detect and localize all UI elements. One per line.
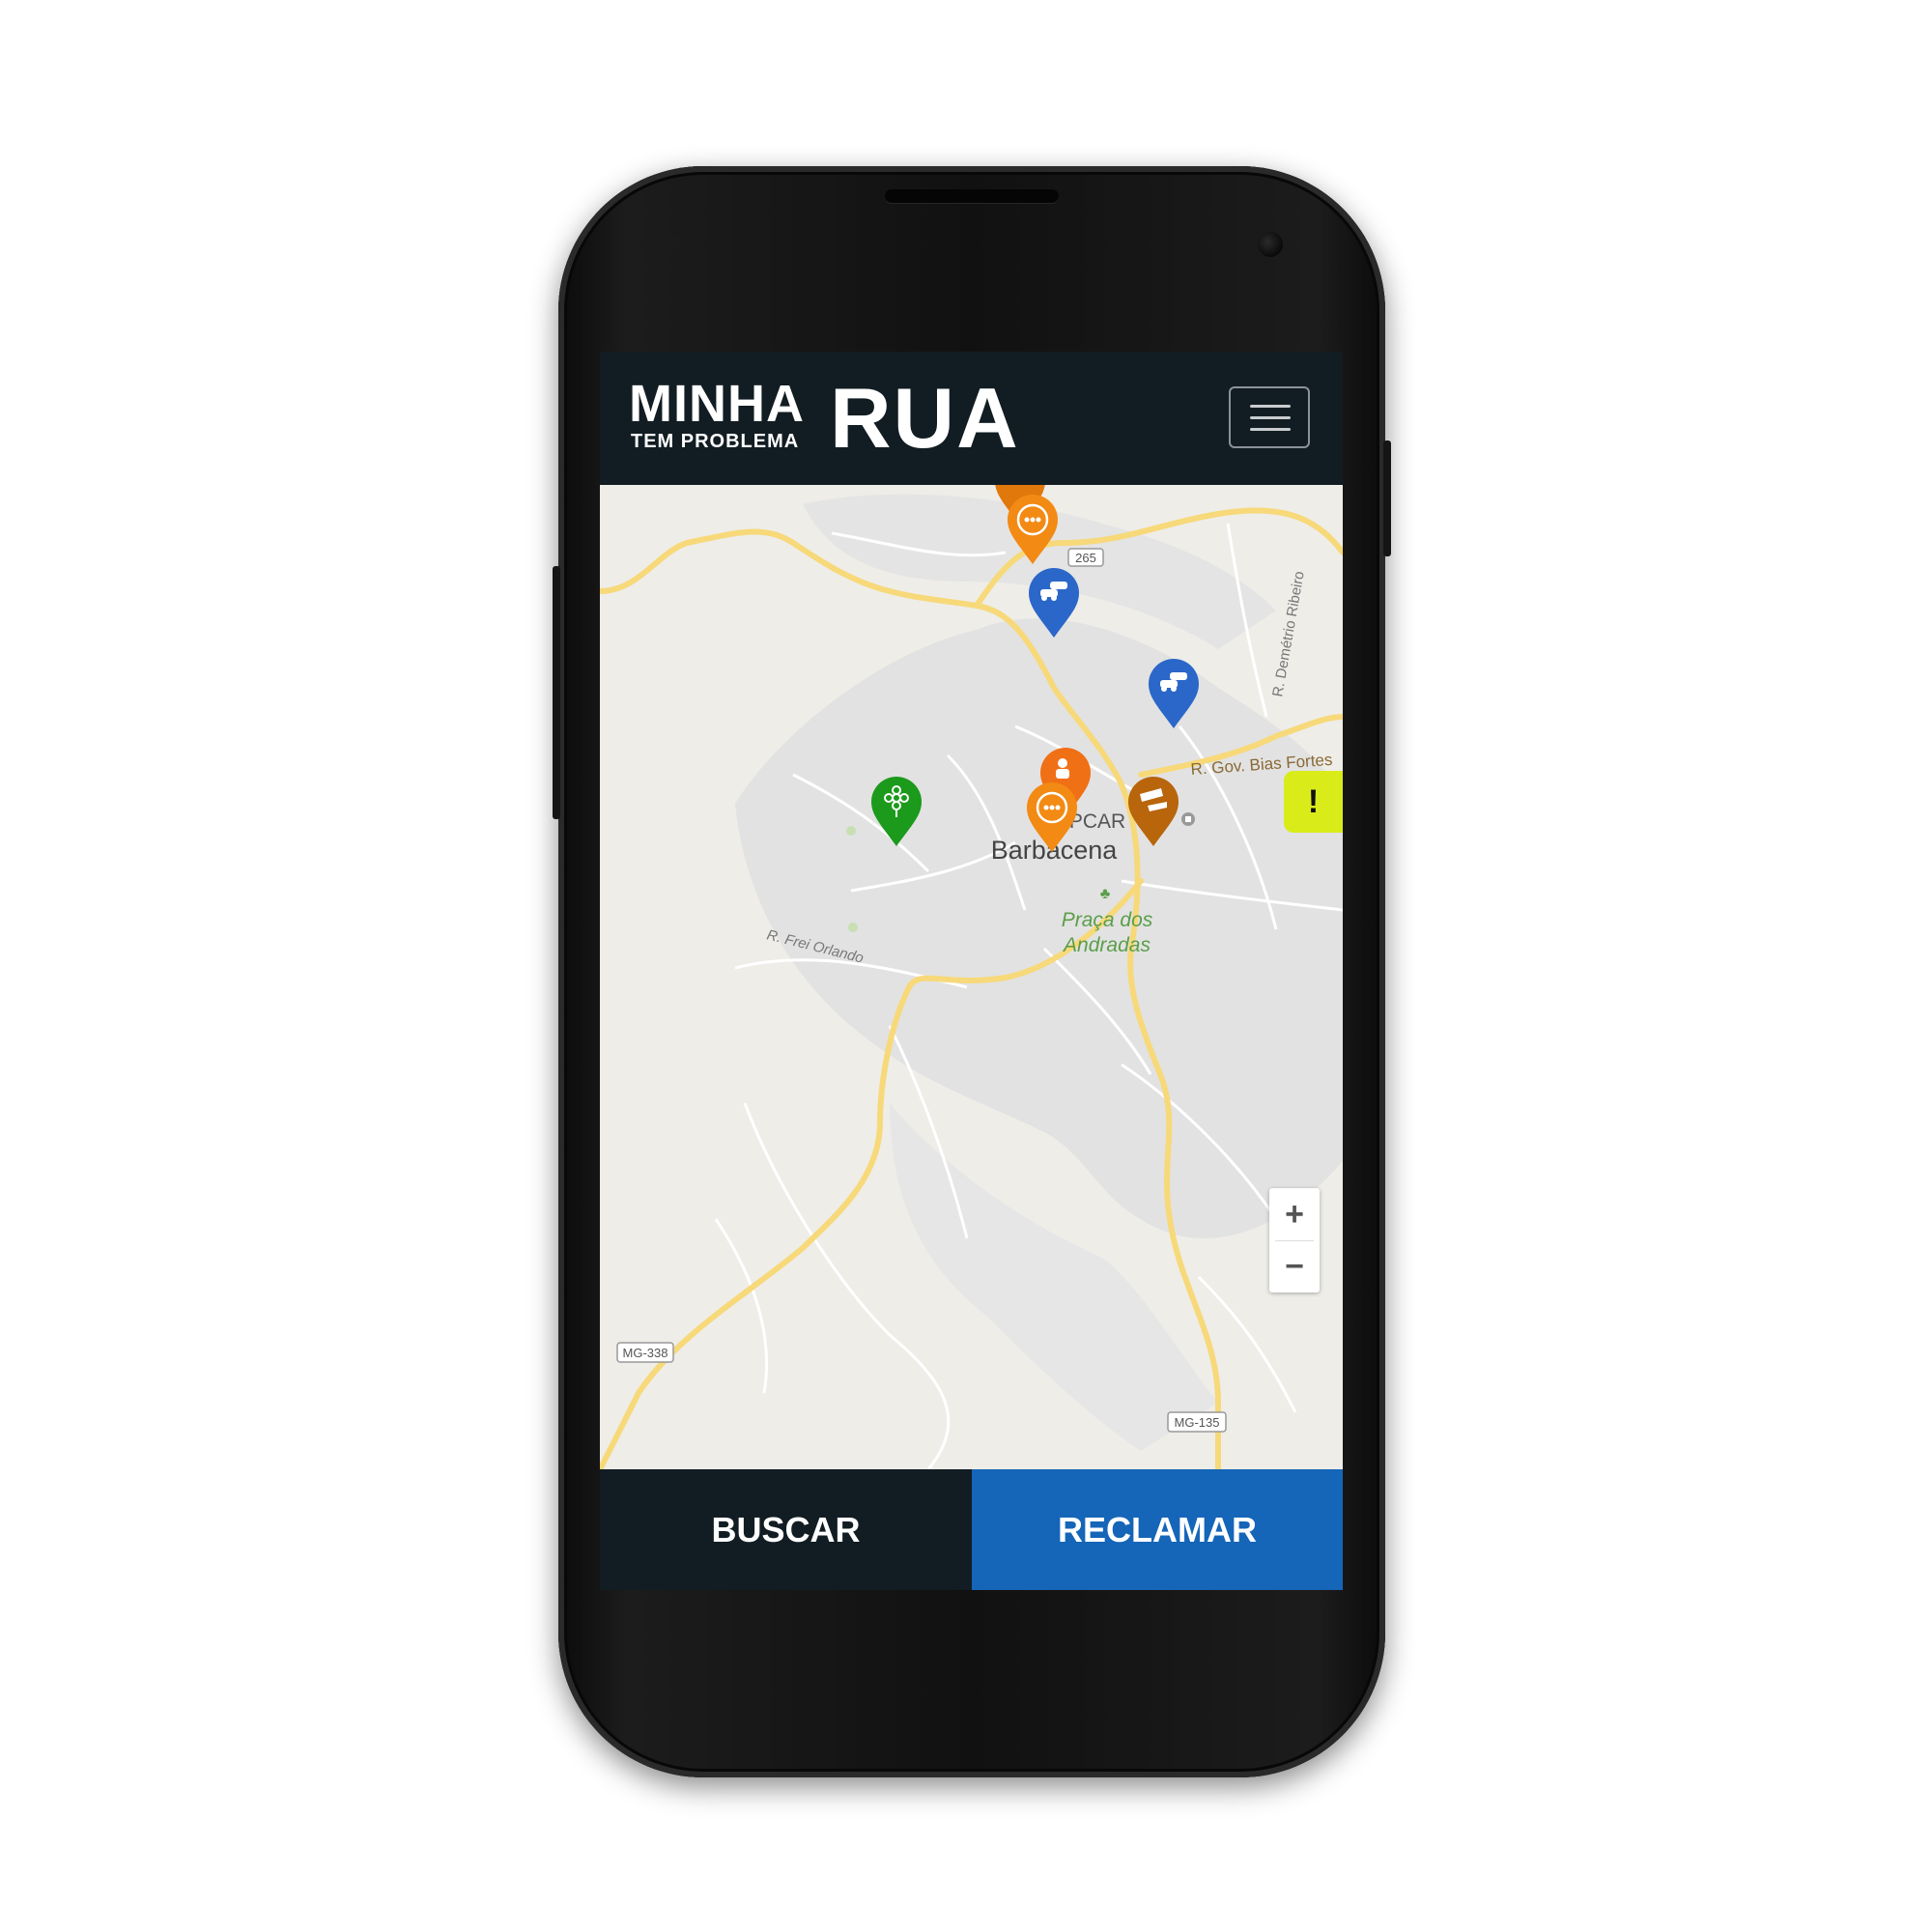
route-mg338-shield: MG-338: [616, 1342, 674, 1363]
ellipsis-icon: [1043, 805, 1061, 810]
ellipsis-icon: [1024, 517, 1041, 523]
urban-area: [735, 618, 1343, 1238]
park-area: [848, 923, 858, 932]
map-view[interactable]: 265 MG-338 MG-135 Barbacena EPCAR ♣ Praç…: [600, 485, 1343, 1469]
alert-tab-button[interactable]: !: [1284, 771, 1343, 833]
hamburger-icon-line: [1250, 416, 1291, 419]
app-header: MINHA TEM PROBLEMA RUA: [600, 352, 1343, 485]
search-button[interactable]: BUSCAR: [600, 1469, 972, 1590]
phone-power-button: [1383, 440, 1391, 556]
route-mg135-shield: MG-135: [1167, 1411, 1227, 1433]
front-camera: [1258, 232, 1283, 257]
park-area: [846, 826, 856, 836]
phone-speaker: [885, 189, 1059, 203]
phone-sensors: [641, 236, 692, 256]
svg-text:MG-135: MG-135: [1175, 1415, 1220, 1430]
zoom-out-button[interactable]: −: [1269, 1240, 1320, 1293]
bottom-action-bar: BUSCAR RECLAMAR: [600, 1469, 1343, 1590]
logo-main-text: MINHA: [629, 375, 805, 433]
zoom-in-button[interactable]: +: [1269, 1188, 1320, 1240]
park-icon: ♣: [1100, 886, 1111, 902]
logo-accent-text: RUA: [830, 370, 1020, 466]
route-265-shield: 265: [1067, 548, 1104, 567]
hamburger-icon-line: [1250, 428, 1291, 431]
hamburger-menu-button[interactable]: [1229, 386, 1310, 448]
park-label-line1: Praça dos: [1062, 909, 1153, 931]
street-label-demetrio: R. Demétrio Ribeiro: [1269, 570, 1308, 698]
app-screen: MINHA TEM PROBLEMA RUA 265 MG-338 MG-135…: [600, 352, 1343, 1590]
svg-text:MG-338: MG-338: [623, 1346, 668, 1360]
park-label-line2: Andradas: [1062, 934, 1151, 956]
svg-text:265: 265: [1075, 551, 1096, 565]
complain-button[interactable]: RECLAMAR: [972, 1469, 1343, 1590]
map-canvas[interactable]: 265 MG-338 MG-135 Barbacena EPCAR ♣ Praç…: [600, 485, 1343, 1469]
hamburger-icon: [1250, 405, 1291, 408]
zoom-control: + −: [1269, 1188, 1320, 1293]
logo-sub-text: TEM PROBLEMA: [631, 431, 800, 452]
phone-side-button: [553, 566, 560, 819]
